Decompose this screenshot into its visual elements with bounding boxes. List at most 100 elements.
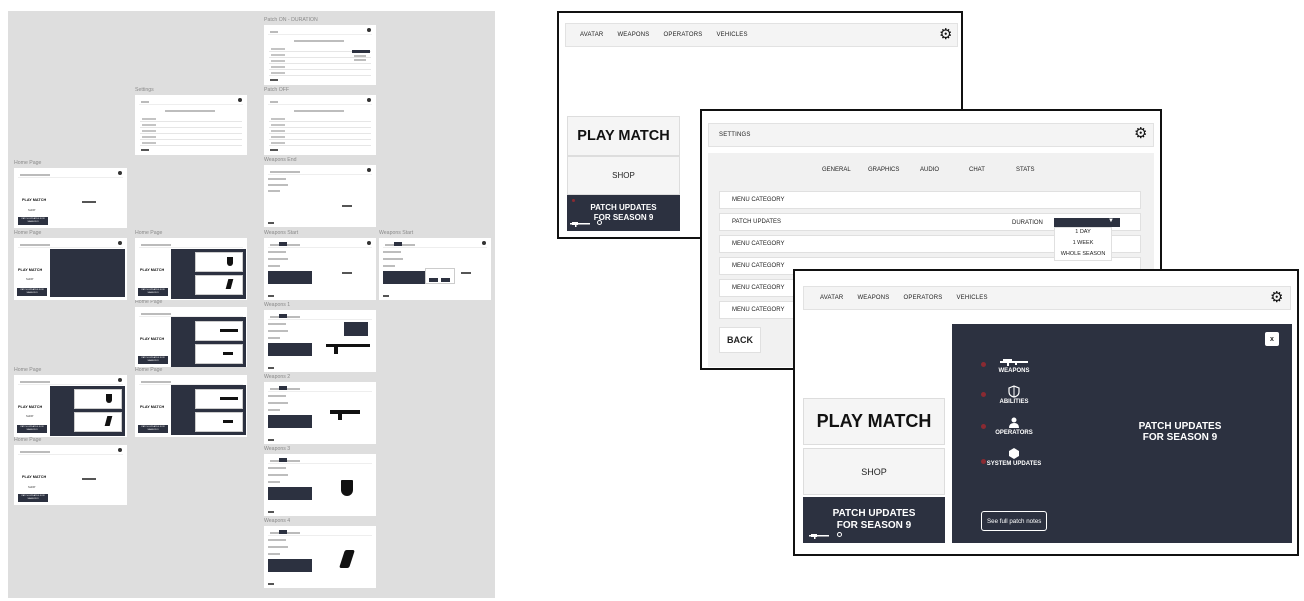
- frame-label-weapons-2: Weapons 2: [264, 374, 291, 380]
- gear-icon: [118, 448, 122, 452]
- frame-label-weapons-4: Weapons 4: [264, 518, 291, 524]
- tab-audio[interactable]: AUDIO: [920, 167, 939, 173]
- rifle-icon: [570, 222, 590, 227]
- mini-nav: [268, 29, 372, 35]
- tab-graphics[interactable]: GRAPHICS: [868, 167, 899, 173]
- nav-vehicles[interactable]: VEHICLES: [956, 295, 987, 301]
- mini-play-match: PLAY MATCH: [18, 268, 43, 272]
- gear-icon: [118, 378, 122, 382]
- duration-dropdown[interactable]: ▼: [1054, 218, 1120, 227]
- frame-home-weapons-2[interactable]: PLAY MATCH PATCH UPDATES FOR SEASON 9: [135, 375, 247, 437]
- full-patch-notes-button[interactable]: See full patch notes: [981, 511, 1048, 531]
- nav-avatar[interactable]: AVATAR: [580, 32, 603, 38]
- notification-dot: [981, 392, 986, 397]
- nav-weapons[interactable]: WEAPONS: [857, 295, 889, 301]
- frame-home-patch[interactable]: PLAY MATCH SHOP PATCH UPDATES FOR SEASON…: [14, 238, 127, 300]
- frame-weapons-start[interactable]: [264, 238, 376, 300]
- frame-label-home: Home Page: [14, 160, 42, 166]
- frame-weapons-4[interactable]: [264, 526, 376, 588]
- gear-icon: [118, 241, 122, 245]
- frame-home-weapons[interactable]: PLAY MATCH PATCH UPDATES FOR SEASON 9: [135, 307, 247, 367]
- hexagon-icon: [1009, 448, 1019, 459]
- mini-shop: SHOP: [26, 278, 34, 281]
- play-match-button[interactable]: PLAY MATCH: [567, 116, 680, 156]
- gear-icon: [367, 28, 371, 32]
- top-nav: AVATAR WEAPONS OPERATORS VEHICLES: [803, 286, 1291, 310]
- back-button[interactable]: BACK: [719, 327, 761, 353]
- frame-home-2[interactable]: PLAY MATCH SHOP PATCH UPDATES FOR SEASON…: [14, 445, 127, 505]
- frame-label-patch-off: Patch OFF: [264, 87, 290, 93]
- clock-icon: [597, 220, 602, 225]
- mini-shop: SHOP: [26, 415, 34, 418]
- frame-weapons-start-2[interactable]: [379, 238, 491, 300]
- tab-chat[interactable]: CHAT: [969, 167, 985, 173]
- tab-general[interactable]: GENERAL: [822, 167, 851, 173]
- mini-nav: [18, 172, 123, 178]
- mini-patch-button: PATCH UPDATES FOR SEASON 9: [18, 494, 48, 502]
- shop-button[interactable]: SHOP: [803, 448, 945, 495]
- mini-nav: [139, 242, 243, 248]
- frame-home-abilities[interactable]: PLAY MATCH PATCH UPDATES FOR SEASON 9: [135, 238, 247, 300]
- nav-operators[interactable]: OPERATORS: [904, 295, 943, 301]
- gear-icon: [367, 168, 371, 172]
- mini-play-match: PLAY MATCH: [22, 198, 47, 202]
- frame-weapons-3[interactable]: [264, 454, 376, 516]
- frame-home[interactable]: PLAY MATCH SHOP PATCH UPDATES FOR SEASON…: [14, 168, 127, 228]
- mini-play-match: PLAY MATCH: [140, 268, 165, 272]
- mini-play-match: PLAY MATCH: [140, 337, 165, 341]
- frame-settings[interactable]: [135, 95, 247, 155]
- nav-avatar[interactable]: AVATAR: [820, 295, 843, 301]
- mini-nav: [139, 99, 243, 105]
- mini-nav: [268, 99, 372, 105]
- mini-play-match: PLAY MATCH: [18, 405, 43, 409]
- rifle-icon: [1000, 359, 1028, 366]
- frame-home-abilities-2[interactable]: PLAY MATCH SHOP PATCH UPDATES FOR SEASON…: [14, 375, 127, 437]
- top-nav: AVATAR WEAPONS OPERATORS VEHICLES: [565, 23, 958, 47]
- settings-title: SETTINGS: [719, 132, 751, 138]
- nav-vehicles[interactable]: VEHICLES: [716, 32, 747, 38]
- settings-header: SETTINGS: [708, 123, 1154, 147]
- frame-weapons-2[interactable]: [264, 382, 376, 444]
- gear-icon: [238, 98, 242, 102]
- sidebar-item-abilities[interactable]: ABILITIES: [984, 399, 1044, 406]
- nav-weapons[interactable]: WEAPONS: [617, 32, 649, 38]
- option-1-week[interactable]: 1 WEEK: [1054, 240, 1112, 246]
- mini-patch-button: PATCH UPDATES FOR SEASON 9: [17, 425, 47, 433]
- close-button[interactable]: x: [1265, 332, 1279, 346]
- gear-icon[interactable]: ⚙: [939, 27, 952, 42]
- sidebar-item-operators[interactable]: OPERATORS: [984, 430, 1044, 437]
- frame-label-weapons-start: Weapons Start: [379, 230, 414, 236]
- shop-button[interactable]: SHOP: [567, 156, 680, 195]
- mini-patch-button: PATCH UPDATES FOR SEASON 9: [138, 288, 168, 296]
- gear-icon[interactable]: ⚙: [1270, 290, 1283, 305]
- frame-patch-off[interactable]: [264, 95, 376, 155]
- gear-icon[interactable]: ⚙: [1134, 126, 1147, 141]
- frame-label-weapons-start: Weapons Start: [264, 230, 299, 236]
- option-1-day[interactable]: 1 DAY: [1054, 229, 1112, 235]
- frame-weapons-1[interactable]: [264, 310, 376, 372]
- mini-patch-button: PATCH UPDATES FOR SEASON 9: [18, 217, 48, 225]
- frame-patch-on[interactable]: [264, 25, 376, 85]
- mini-patch-button: PATCH UPDATES FOR SEASON 9: [138, 425, 168, 433]
- design-canvas[interactable]: Patch ON - DURATION Settings Patch OFF H…: [8, 11, 495, 598]
- mini-shop: SHOP: [28, 209, 36, 212]
- nav-operators[interactable]: OPERATORS: [664, 32, 703, 38]
- frame-weapons-end[interactable]: [264, 165, 376, 227]
- sidebar-item-system-updates[interactable]: SYSTEM UPDATES: [984, 461, 1044, 468]
- frame-label-home: Home Page: [135, 367, 163, 373]
- tab-stats[interactable]: STATS: [1016, 167, 1034, 173]
- mini-patch-button: PATCH UPDATES FOR SEASON 9: [138, 356, 168, 364]
- patch-line-1: PATCH UPDATES: [590, 203, 657, 212]
- play-match-button[interactable]: PLAY MATCH: [803, 398, 945, 445]
- frame-label-home: Home Page: [14, 230, 42, 236]
- duration-label: DURATION: [1012, 220, 1043, 226]
- patch-line-1: PATCH UPDATES: [832, 508, 916, 519]
- patch-panel-title: PATCH UPDATES FOR SEASON 9: [1138, 421, 1222, 443]
- sidebar-item-weapons[interactable]: WEAPONS: [984, 368, 1044, 375]
- settings-row[interactable]: MENU CATEGORY: [719, 191, 1141, 209]
- rifle-icon: [809, 534, 829, 539]
- frame-label-home: Home Page: [135, 230, 163, 236]
- mini-play-match: PLAY MATCH: [22, 475, 47, 479]
- frame-label-home: Home Page: [14, 437, 42, 443]
- option-whole-season[interactable]: WHOLE SEASON: [1054, 251, 1112, 257]
